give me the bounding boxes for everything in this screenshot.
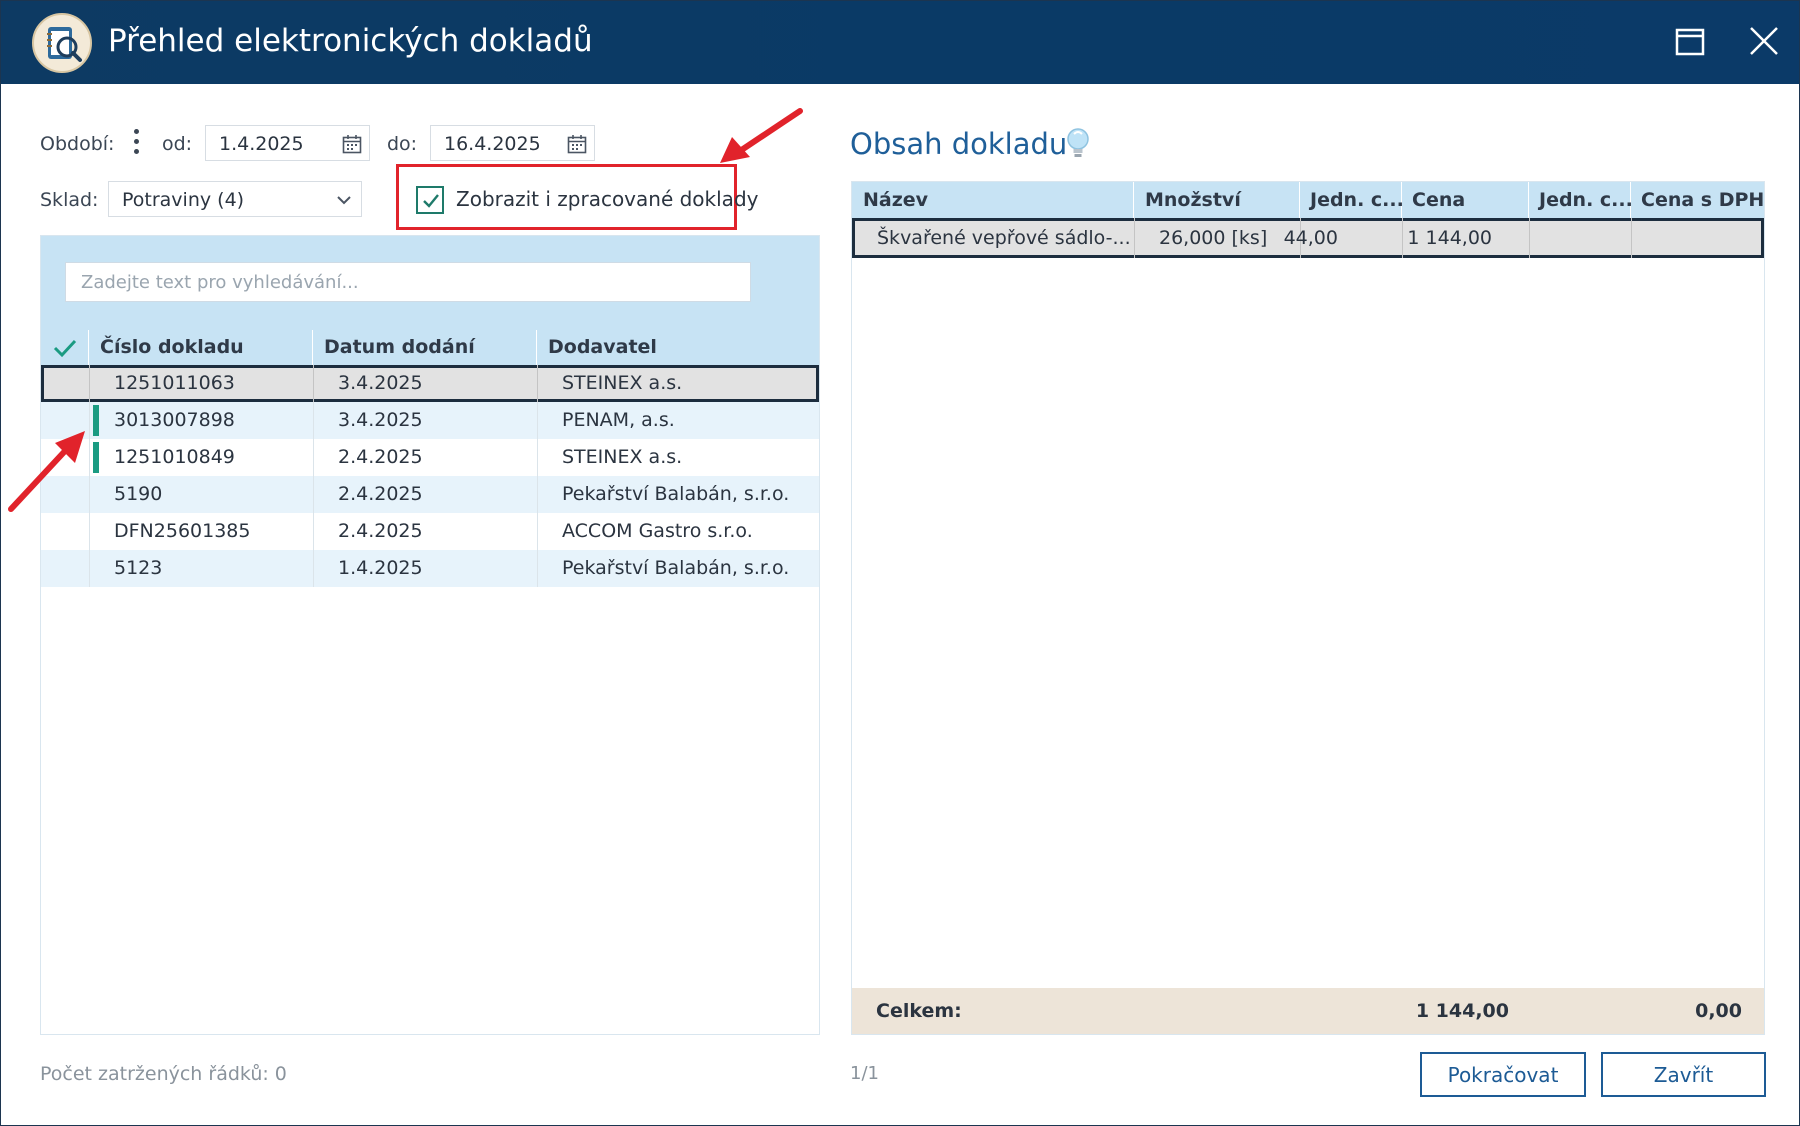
detail-header: Název Množství Jedn. c... Cena Jedn. c..… (852, 182, 1764, 218)
totals-price: 1 144,00 (1415, 1000, 1509, 1022)
warehouse-select[interactable]: Potraviny (4) (108, 181, 362, 217)
document-number: 3013007898 (114, 409, 235, 431)
lightbulb-icon[interactable] (1065, 127, 1091, 165)
calendar-icon[interactable] (567, 134, 587, 158)
close-icon[interactable] (1746, 23, 1782, 59)
pager: 1/1 (850, 1063, 879, 1084)
column-name[interactable]: Název (852, 182, 1134, 218)
detail-grid: Název Množství Jedn. c... Cena Jedn. c..… (851, 181, 1765, 1035)
warehouse-label: Sklad: (40, 189, 99, 211)
show-processed-checkbox[interactable] (416, 186, 444, 214)
document-number: 5123 (114, 557, 163, 579)
warehouse-value: Potraviny (4) (122, 189, 245, 211)
annotation-arrow-icon (8, 431, 85, 512)
document-number: 1251010849 (114, 446, 235, 468)
table-row[interactable]: 1251010849 2.4.2025 STEINEX a.s. (41, 439, 819, 476)
date-from-value: 1.4.2025 (219, 133, 304, 155)
table-row[interactable]: 5190 2.4.2025 Pekařství Balabán, s.r.o. (41, 476, 819, 513)
calendar-icon[interactable] (342, 134, 362, 158)
document-search-icon (32, 13, 92, 73)
check-all-icon (53, 339, 77, 358)
search-input[interactable] (66, 263, 750, 301)
documents-header: Číslo dokladu Datum dodání Dodavatel (41, 330, 819, 365)
period-options-icon[interactable] (133, 129, 141, 159)
delivery-date: 1.4.2025 (338, 557, 423, 579)
totals-label: Celkem: (876, 1000, 962, 1022)
show-processed-label[interactable]: Zobrazit i zpracované doklady (456, 187, 758, 211)
close-button[interactable]: Zavřít (1601, 1052, 1766, 1097)
column-unit-price-vat[interactable]: Jedn. c... (1529, 182, 1633, 218)
document-number: DFN25601385 (114, 520, 251, 542)
item-name: Škvařené vepřové sádlo-... (877, 227, 1131, 249)
search-input-box[interactable] (65, 262, 751, 302)
annotation-arrow-icon (720, 108, 803, 163)
item-price: 1 144,00 (1407, 227, 1492, 249)
table-row[interactable]: 3013007898 3.4.2025 PENAM, a.s. (41, 402, 819, 439)
continue-button[interactable]: Pokračovat (1420, 1052, 1586, 1097)
table-row[interactable]: 5123 1.4.2025 Pekařství Balabán, s.r.o. (41, 550, 819, 587)
delivery-date: 3.4.2025 (338, 372, 423, 394)
to-label: do: (387, 133, 418, 155)
supplier-name: Pekařství Balabán, s.r.o. (562, 483, 790, 505)
select-all-checkbox[interactable] (41, 330, 89, 365)
search-band (41, 236, 819, 330)
date-to-value: 16.4.2025 (444, 133, 541, 155)
supplier-name: PENAM, a.s. (562, 409, 675, 431)
column-unit-price[interactable]: Jedn. c... (1300, 182, 1404, 218)
period-label: Období: (40, 133, 115, 155)
supplier-name: ACCOM Gastro s.r.o. (562, 520, 753, 542)
delivery-date: 2.4.2025 (338, 520, 423, 542)
column-date[interactable]: Datum dodání (313, 330, 537, 365)
detail-row[interactable]: Škvařené vepřové sádlo-... 26,000 [ks] 4… (852, 218, 1764, 258)
detail-title: Obsah dokladu (850, 127, 1068, 161)
chevron-down-icon (336, 192, 352, 211)
item-unit-price: 44,00 (1283, 227, 1338, 249)
delivery-date: 2.4.2025 (338, 446, 423, 468)
column-supplier[interactable]: Dodavatel (537, 330, 819, 365)
column-price-vat[interactable]: Cena s DPH (1631, 182, 1764, 218)
table-row[interactable]: DFN25601385 2.4.2025 ACCOM Gastro s.r.o. (41, 513, 819, 550)
document-number: 1251011063 (114, 372, 235, 394)
from-label: od: (162, 133, 193, 155)
delivery-date: 2.4.2025 (338, 483, 423, 505)
table-row[interactable]: 1251011063 3.4.2025 STEINEX a.s. (41, 365, 819, 402)
delivery-date: 3.4.2025 (338, 409, 423, 431)
date-from-field[interactable]: 1.4.2025 (205, 125, 370, 161)
maximize-icon[interactable] (1672, 23, 1708, 59)
totals-row: Celkem: 1 144,00 0,00 (852, 988, 1764, 1034)
column-number[interactable]: Číslo dokladu (89, 330, 313, 365)
window-title: Přehled elektronických dokladů (108, 23, 593, 59)
checked-rows-count: Počet zatržených řádků: 0 (40, 1063, 287, 1085)
checkmark-icon (423, 194, 439, 208)
column-price[interactable]: Cena (1402, 182, 1529, 218)
item-quantity: 26,000 [ks] (1159, 227, 1268, 249)
totals-price-vat: 0,00 (1695, 1000, 1742, 1022)
supplier-name: Pekařství Balabán, s.r.o. (562, 557, 790, 579)
supplier-name: STEINEX a.s. (562, 372, 683, 394)
supplier-name: STEINEX a.s. (562, 446, 683, 468)
title-bar[interactable]: Přehled elektronických dokladů (1, 1, 1799, 84)
dialog-window: Přehled elektronických dokladů Období: o… (0, 0, 1800, 1126)
documents-grid: Číslo dokladu Datum dodání Dodavatel 125… (40, 235, 820, 1035)
document-number: 5190 (114, 483, 163, 505)
date-to-field[interactable]: 16.4.2025 (430, 125, 595, 161)
column-quantity[interactable]: Množství (1134, 182, 1300, 218)
